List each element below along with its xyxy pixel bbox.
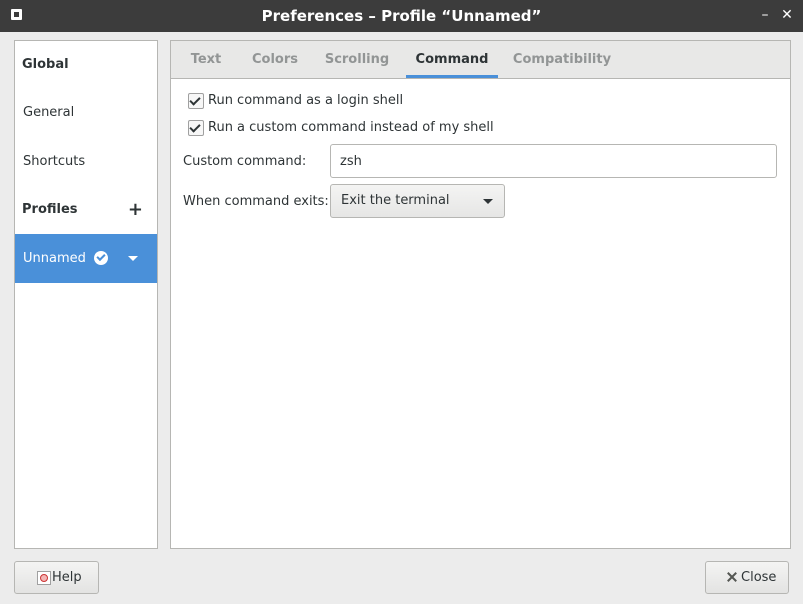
close-button[interactable]: Close bbox=[705, 561, 789, 594]
sidebar-item-general[interactable]: General bbox=[15, 89, 157, 137]
default-profile-check-icon bbox=[94, 251, 108, 265]
sidebar-header-profiles: Profiles + bbox=[15, 186, 157, 234]
tab-text[interactable]: Text bbox=[184, 41, 228, 78]
custom-command-input[interactable] bbox=[330, 144, 777, 178]
sidebar-item-profile-unnamed[interactable]: Unnamed bbox=[15, 234, 157, 283]
profile-name: Unnamed bbox=[23, 251, 86, 266]
tab-compatibility[interactable]: Compatibility bbox=[511, 41, 613, 78]
sidebar: Global General Shortcuts Profiles + Unna… bbox=[14, 40, 158, 549]
help-button-label: Help bbox=[52, 570, 82, 585]
tab-bar: Text Colors Scrolling Command Compatibil… bbox=[171, 41, 790, 79]
profile-settings-panel: Text Colors Scrolling Command Compatibil… bbox=[170, 40, 791, 549]
add-profile-button[interactable]: + bbox=[128, 186, 143, 234]
minimize-icon[interactable]: – bbox=[756, 6, 774, 24]
command-exit-select[interactable]: Exit the terminal bbox=[330, 184, 505, 218]
command-exit-value: Exit the terminal bbox=[341, 193, 450, 208]
sidebar-item-shortcuts[interactable]: Shortcuts bbox=[15, 138, 157, 186]
close-window-icon[interactable]: ✕ bbox=[778, 6, 796, 24]
tab-command[interactable]: Command bbox=[406, 41, 498, 78]
help-icon bbox=[37, 571, 51, 585]
login-shell-label[interactable]: Run command as a login shell bbox=[208, 93, 403, 109]
close-button-label: Close bbox=[741, 570, 777, 585]
window-title: Preferences – Profile “Unnamed” bbox=[261, 7, 542, 25]
tab-scrolling[interactable]: Scrolling bbox=[319, 41, 395, 78]
custom-command-toggle-label[interactable]: Run a custom command instead of my shell bbox=[208, 120, 494, 136]
command-exit-label: When command exits: bbox=[183, 194, 329, 209]
preferences-window: Preferences – Profile “Unnamed” – ✕ Glob… bbox=[0, 0, 803, 604]
custom-command-label: Custom command: bbox=[183, 154, 307, 169]
close-icon bbox=[726, 571, 738, 583]
chevron-down-icon bbox=[483, 199, 493, 204]
help-button[interactable]: Help bbox=[14, 561, 99, 594]
login-shell-checkbox[interactable] bbox=[188, 93, 204, 109]
title-bar: Preferences – Profile “Unnamed” – ✕ bbox=[0, 0, 803, 32]
sidebar-header-global: Global bbox=[22, 57, 69, 72]
profile-menu-chevron-down-icon[interactable] bbox=[128, 256, 138, 261]
tab-colors[interactable]: Colors bbox=[245, 41, 305, 78]
custom-command-checkbox[interactable] bbox=[188, 120, 204, 136]
profiles-label: Profiles bbox=[22, 202, 78, 217]
